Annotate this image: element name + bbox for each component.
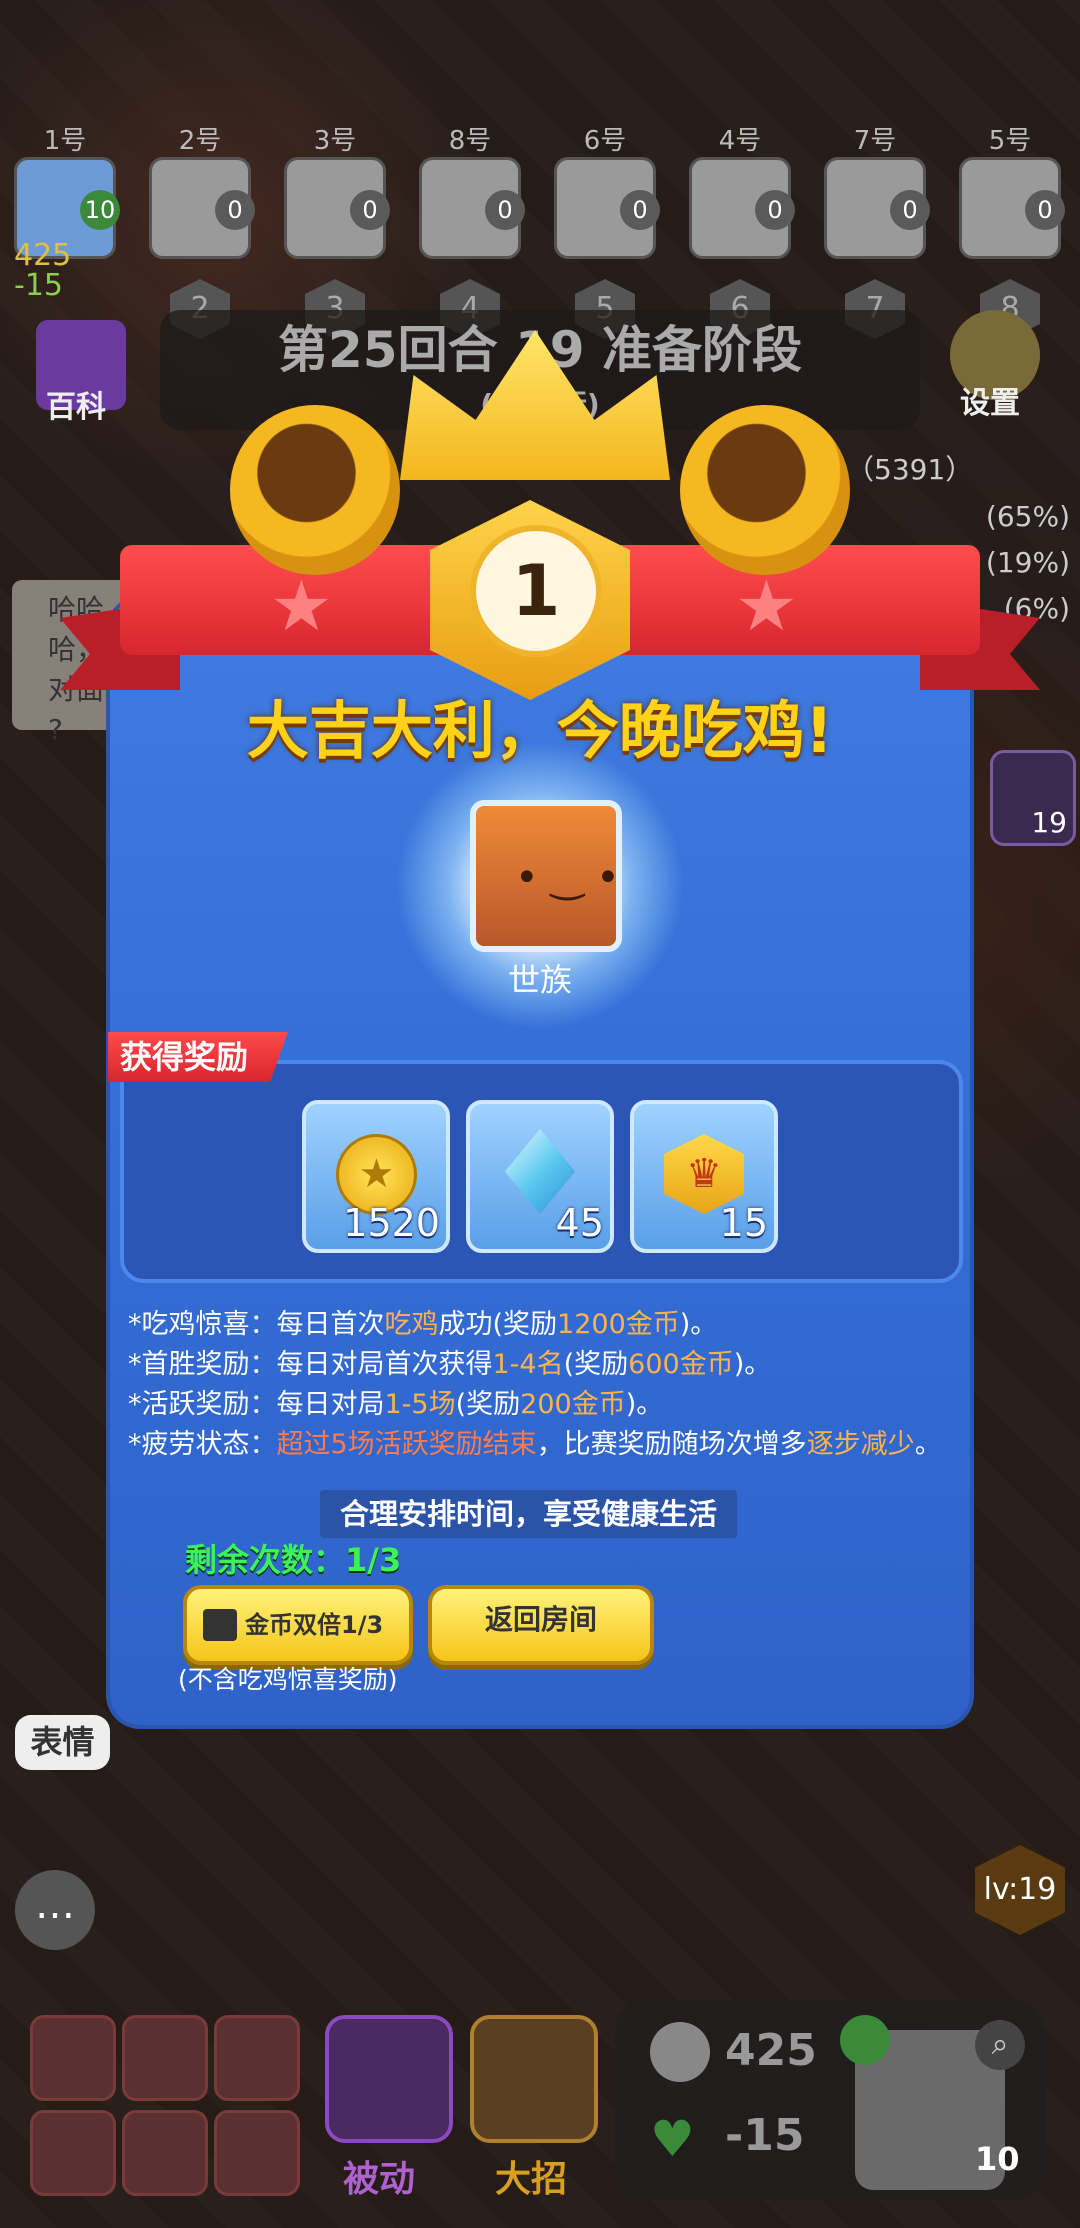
player-label: 5号 bbox=[988, 126, 1032, 156]
star-right-icon: ★ bbox=[735, 565, 798, 647]
ultimate-label: 大招 bbox=[495, 2159, 568, 2200]
self-hp-change: -15 bbox=[14, 268, 63, 303]
player-slot[interactable]: 7号 0 7 bbox=[820, 120, 930, 339]
video-icon bbox=[203, 1609, 237, 1641]
reward-qty: 45 bbox=[555, 1201, 604, 1245]
reward-qty: 1520 bbox=[343, 1201, 440, 1245]
player-label: 3号 bbox=[313, 126, 357, 156]
search-icon[interactable]: ⌕ bbox=[975, 2020, 1025, 2070]
side-hero-card[interactable]: 19 bbox=[990, 750, 1076, 846]
player-hp: 0 bbox=[1025, 190, 1065, 230]
paw-icon[interactable] bbox=[840, 2015, 890, 2065]
star-left-icon: ★ bbox=[270, 565, 333, 647]
player-hp: 0 bbox=[485, 190, 525, 230]
broken-heart-icon: ♥ bbox=[650, 2110, 695, 2168]
reward-qty: 15 bbox=[719, 1201, 768, 1245]
rule-line: *首胜奖励：每日对局首次获得1-4名(奖励600金币)。 bbox=[128, 1349, 772, 1380]
player-label: 6号 bbox=[583, 126, 627, 156]
passive-label: 被动 bbox=[343, 2159, 416, 2200]
reward-item-diamonds[interactable]: 45 bbox=[466, 1100, 614, 1253]
player-slot[interactable]: 2号 0 2 bbox=[145, 120, 255, 339]
status-panel: 425 ♥ -15 10 ⌕ bbox=[615, 2000, 1045, 2200]
player-label: 1号 bbox=[43, 126, 87, 156]
reward-item-crowns[interactable]: ♛ 15 bbox=[630, 1100, 778, 1253]
player-row: 1号 10 2号 0 2 3号 0 3 8号 0 4 6号 0 5 4号 0 6… bbox=[10, 120, 1070, 339]
settings-label[interactable]: 设置 bbox=[960, 378, 1020, 422]
reward-item-coins[interactable]: ★ 1520 bbox=[302, 1100, 450, 1253]
player-slot[interactable]: 4号 0 6 bbox=[685, 120, 795, 339]
equip-slot[interactable] bbox=[214, 2015, 300, 2101]
player-slot[interactable]: 8号 0 4 bbox=[415, 120, 525, 339]
hero-hp: 10 bbox=[975, 2140, 1020, 2178]
player-label: 8号 bbox=[448, 126, 492, 156]
healthy-play-banner: 合理安排时间，享受健康生活 bbox=[320, 1490, 738, 1538]
side-hero-count: 19 bbox=[1031, 806, 1067, 839]
rank-number: 1 bbox=[470, 525, 602, 657]
player-hp: 0 bbox=[350, 190, 390, 230]
equip-slot[interactable] bbox=[30, 2015, 116, 2101]
damage-row: (65%) bbox=[900, 500, 1080, 540]
emote-button[interactable]: 表情 bbox=[15, 1715, 110, 1770]
player-hp: 0 bbox=[755, 190, 795, 230]
reward-rules: *吃鸡惊喜：每日首次吃鸡成功(奖励1200金币)。 *首胜奖励：每日对局首次获得… bbox=[128, 1305, 958, 1465]
rule-line: *疲劳状态：超过5场活跃奖励结束，比赛奖励随场次增多逐步减少。 bbox=[128, 1429, 942, 1460]
passive-skill-button[interactable] bbox=[325, 2015, 453, 2143]
player-hp: 0 bbox=[890, 190, 930, 230]
double-note: (不含吃鸡惊喜奖励) bbox=[178, 1665, 398, 1694]
return-room-button[interactable]: 返回房间 bbox=[428, 1585, 654, 1665]
player-slot[interactable]: 5号 0 8 bbox=[955, 120, 1065, 339]
ultimate-skill-button[interactable] bbox=[470, 2015, 598, 2143]
horn-left-icon bbox=[230, 405, 400, 575]
reward-tag: 获得奖励 bbox=[108, 1032, 289, 1082]
player-label: 7号 bbox=[853, 126, 897, 156]
equip-slot[interactable] bbox=[30, 2110, 116, 2196]
coin-icon bbox=[650, 2022, 710, 2082]
equip-slot[interactable] bbox=[122, 2015, 208, 2101]
encyclopedia-label[interactable]: 百科 bbox=[46, 382, 106, 426]
rule-line: *吃鸡惊喜：每日首次吃鸡成功(奖励1200金币)。 bbox=[128, 1309, 718, 1340]
hp-change: -15 bbox=[725, 2110, 805, 2161]
remaining-count: 剩余次数：1/3 bbox=[185, 1541, 402, 1579]
player-hp: 0 bbox=[215, 190, 255, 230]
rule-line: *活跃奖励：每日对局1-5场(奖励200金币)。 bbox=[128, 1389, 664, 1420]
horn-right-icon bbox=[680, 405, 850, 575]
double-coins-button[interactable]: 金币双倍1/3 bbox=[183, 1585, 413, 1665]
player-slot[interactable]: 3号 0 3 bbox=[280, 120, 390, 339]
player-hp: 10 bbox=[80, 190, 120, 230]
player-label: 4号 bbox=[718, 126, 762, 156]
player-label: 2号 bbox=[178, 126, 222, 156]
hero-face-icon: • ‿ • bbox=[515, 855, 620, 901]
equip-slot[interactable] bbox=[214, 2110, 300, 2196]
player-slot[interactable]: 6号 0 5 bbox=[550, 120, 660, 339]
equip-slot[interactable] bbox=[122, 2110, 208, 2196]
chat-icon[interactable]: … bbox=[15, 1870, 95, 1950]
coin-count: 425 bbox=[725, 2025, 817, 2076]
hero-name: 世族 bbox=[507, 961, 572, 999]
player-hp: 0 bbox=[620, 190, 660, 230]
